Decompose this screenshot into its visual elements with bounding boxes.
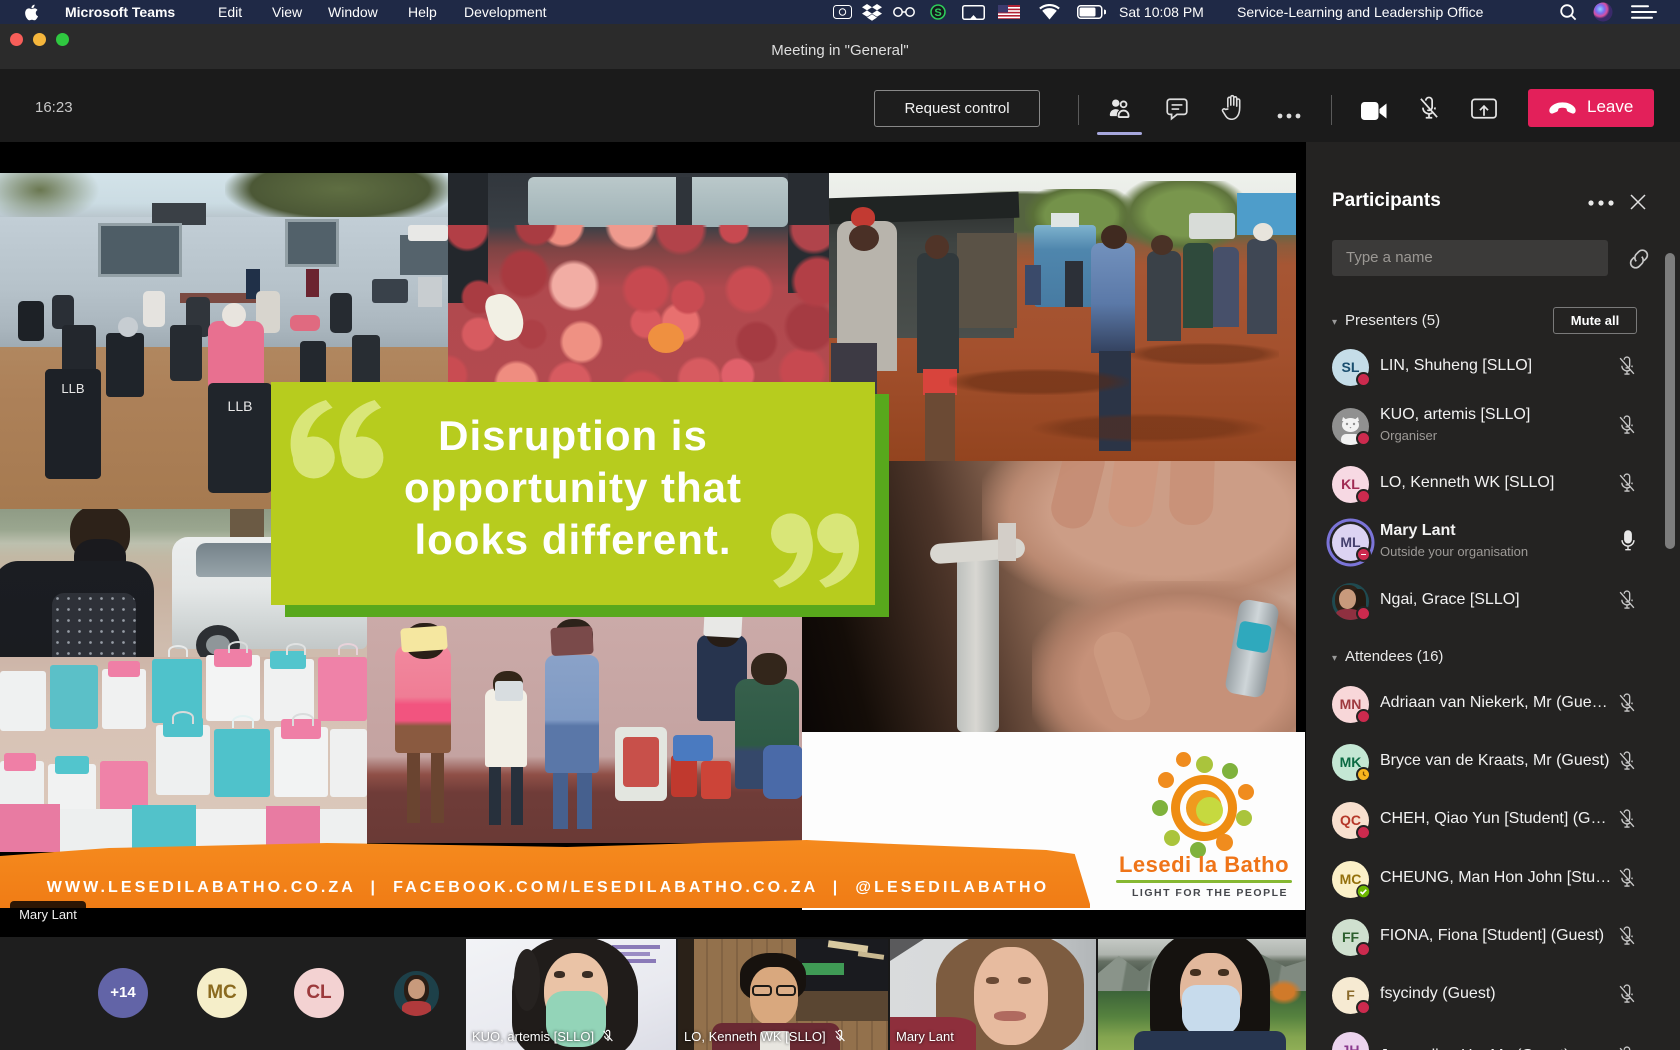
- svg-text:S: S: [934, 7, 941, 19]
